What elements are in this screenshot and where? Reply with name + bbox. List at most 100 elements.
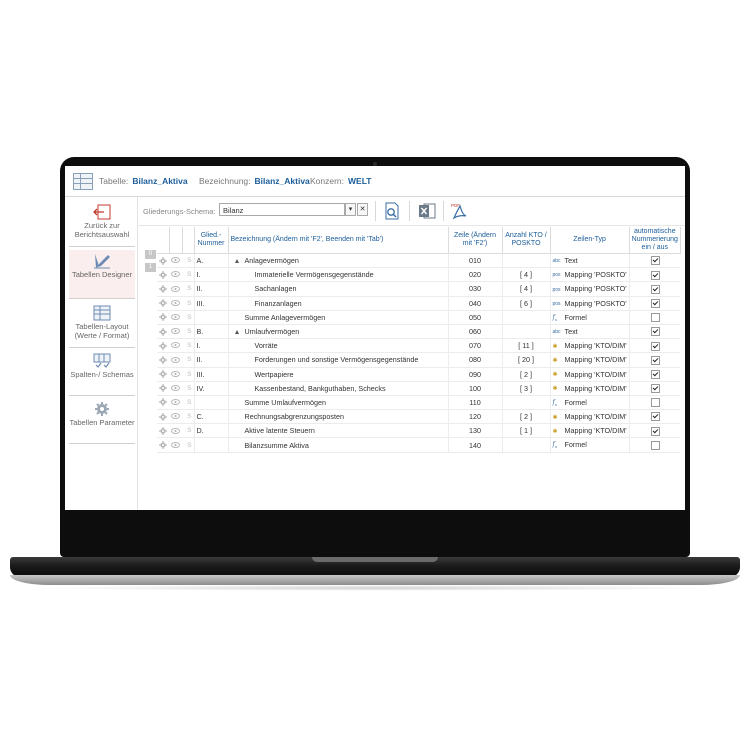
auto-nummer-checkbox[interactable] — [650, 426, 660, 436]
pdf-icon[interactable]: PDF — [449, 201, 469, 221]
row-settings[interactable] — [157, 409, 169, 425]
row-settings[interactable] — [157, 395, 169, 411]
row-s-flag[interactable]: S — [182, 381, 194, 396]
zeile-cell[interactable]: 050 — [447, 310, 502, 325]
auto-nummer-checkbox[interactable] — [650, 298, 660, 308]
collapse-icon[interactable] — [234, 330, 239, 335]
glied-cell[interactable]: III. — [193, 296, 228, 311]
table-row[interactable]: S C. Rechnungsabgrenzungsposten 120 [ 2 ] ✱ Ma… — [157, 409, 681, 425]
zeile-cell[interactable]: 070 — [447, 338, 502, 354]
row-settings[interactable] — [157, 367, 169, 382]
row-s-flag[interactable]: S — [182, 409, 194, 425]
row-s-flag[interactable]: S — [182, 338, 194, 354]
table-row[interactable]: S III. Wertpapiere 090 [ 2 ] ✱ Mapping 'KTO/DI… — [157, 367, 681, 382]
row-visibility[interactable] — [169, 267, 182, 283]
bezeichnung-cell[interactable]: Aktive latente Steuern — [227, 423, 448, 439]
row-visibility[interactable] — [169, 253, 182, 269]
row-tab-0[interactable]: 0 — [145, 250, 156, 259]
row-visibility[interactable] — [169, 381, 182, 396]
glied-cell[interactable]: C. — [193, 409, 228, 425]
anzahl-cell[interactable] — [501, 437, 550, 453]
zeilen-typ-cell[interactable]: fx Formel — [549, 437, 630, 453]
zeilen-typ-cell[interactable]: ✱ Mapping 'KTO/DIM' — [549, 423, 630, 439]
row-s-flag[interactable]: S — [182, 395, 194, 411]
anzahl-cell[interactable] — [501, 324, 550, 340]
zeile-cell[interactable]: 040 — [447, 296, 502, 311]
zeile-cell[interactable]: 020 — [447, 267, 502, 283]
bezeichnung-cell[interactable]: Forderungen und sonstige Vermögensgegens… — [227, 352, 448, 368]
glied-cell[interactable]: IV. — [193, 381, 228, 396]
table-row[interactable]: S Summe Umlaufvermögen 110 fx Formel — [157, 395, 681, 411]
bezeichnung-cell[interactable]: Vorräte — [227, 338, 448, 354]
zeile-cell[interactable]: 080 — [447, 352, 502, 368]
anzahl-cell[interactable]: [ 1 ] — [501, 423, 550, 439]
anzahl-cell[interactable]: [ 4 ] — [501, 267, 550, 283]
sidebar-item-designer[interactable]: Tabellen Designer — [69, 250, 135, 299]
row-visibility[interactable] — [169, 409, 182, 425]
glied-cell[interactable] — [193, 395, 228, 411]
glied-cell[interactable]: B. — [193, 324, 228, 340]
zeile-cell[interactable]: 010 — [447, 253, 502, 269]
column-header-auto-nummer[interactable]: automatische Nummerierung ein / aus — [628, 227, 681, 254]
row-settings[interactable] — [157, 310, 169, 325]
glied-cell[interactable]: I. — [193, 338, 228, 354]
sidebar-item-back[interactable]: Zurück zur Berichtsauswahl — [69, 201, 135, 247]
row-visibility[interactable] — [169, 338, 182, 354]
anzahl-cell[interactable]: [ 11 ] — [501, 338, 550, 354]
auto-nummer-checkbox[interactable] — [650, 270, 660, 280]
anzahl-cell[interactable]: [ 4 ] — [501, 281, 550, 297]
column-header-zeile[interactable]: Zeile (Ändern mit 'F2') — [447, 227, 503, 254]
zeilen-typ-cell[interactable]: pos Mapping 'POSKTO' — [549, 281, 630, 297]
row-s-flag[interactable]: S — [182, 281, 194, 297]
row-settings[interactable] — [157, 381, 169, 396]
auto-nummer-checkbox[interactable] — [650, 398, 660, 408]
row-s-flag[interactable]: S — [182, 253, 194, 269]
row-settings[interactable] — [157, 253, 169, 269]
row-settings[interactable] — [157, 296, 169, 311]
zeile-cell[interactable]: 120 — [447, 409, 502, 425]
auto-nummer-checkbox[interactable] — [650, 369, 660, 379]
row-settings[interactable] — [157, 281, 169, 297]
zeilen-typ-cell[interactable]: pos Mapping 'POSKTO' — [549, 296, 630, 311]
column-header-bezeichnung[interactable]: Bezeichnung (Ändern mit 'F2', Beenden mi… — [227, 227, 449, 254]
anzahl-cell[interactable]: [ 2 ] — [501, 367, 550, 382]
glied-cell[interactable]: D. — [193, 423, 228, 439]
row-visibility[interactable] — [169, 352, 182, 368]
row-tab-1[interactable]: 1 — [145, 263, 156, 272]
sidebar-item-layout[interactable]: Tabellen-Layout (Werte / Format) — [69, 302, 135, 348]
table-row[interactable]: S IV. Kassenbestand, Bankguthaben, Schecks… — [157, 381, 681, 396]
excel-icon[interactable] — [417, 201, 437, 221]
row-visibility[interactable] — [169, 296, 182, 311]
row-settings[interactable] — [157, 338, 169, 354]
table-row[interactable]: S II. Forderungen und sonstige Vermögensge… — [157, 352, 681, 368]
row-s-flag[interactable]: S — [182, 437, 194, 453]
zeile-cell[interactable]: 090 — [447, 367, 502, 382]
zeile-cell[interactable]: 030 — [447, 281, 502, 297]
collapse-icon[interactable] — [234, 259, 239, 264]
glied-cell[interactable]: A. — [193, 253, 228, 269]
table-row[interactable]: S A. Anlagevermögen 010 abc Text — [157, 253, 681, 269]
auto-nummer-checkbox[interactable] — [650, 384, 660, 394]
row-settings[interactable] — [157, 267, 169, 283]
table-row[interactable]: S I. Vorräte 070 [ 11 ] ✱ Mapping 'KTO/DIM' — [157, 338, 681, 354]
column-header-zeilen-typ[interactable]: Zeilen-Typ — [549, 227, 630, 254]
sidebar-item-parameter[interactable]: Tabellen Parameter — [69, 398, 135, 444]
anzahl-cell[interactable] — [501, 395, 550, 411]
anzahl-cell[interactable]: [ 3 ] — [501, 381, 550, 396]
zeilen-typ-cell[interactable]: fx Formel — [549, 310, 630, 325]
zeilen-typ-cell[interactable]: abc Text — [549, 253, 630, 269]
anzahl-cell[interactable] — [501, 253, 550, 269]
search-document-icon[interactable] — [382, 201, 402, 221]
auto-nummer-checkbox[interactable] — [650, 256, 660, 266]
schema-select[interactable]: Bilanz — [219, 203, 345, 216]
row-settings[interactable] — [157, 437, 169, 453]
table-row[interactable]: S Summe Anlagevermögen 050 fx Formel — [157, 310, 681, 325]
column-header-glied[interactable]: Glied.- Nummer — [193, 227, 229, 254]
zeile-cell[interactable]: 100 — [447, 381, 502, 396]
row-visibility[interactable] — [169, 395, 182, 411]
row-settings[interactable] — [157, 324, 169, 340]
auto-nummer-checkbox[interactable] — [650, 327, 660, 337]
zeilen-typ-cell[interactable]: ✱ Mapping 'KTO/DIM' — [549, 338, 630, 354]
auto-nummer-checkbox[interactable] — [650, 355, 660, 365]
table-row[interactable]: S II. Sachanlagen 030 [ 4 ] pos Mapping 'POSKT… — [157, 281, 681, 297]
